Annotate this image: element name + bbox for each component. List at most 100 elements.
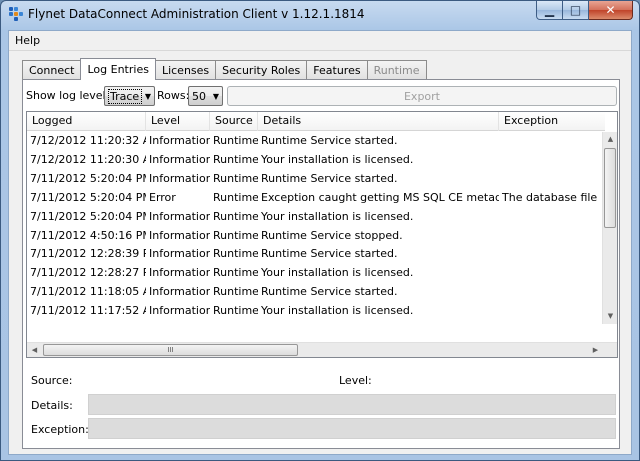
cell-level: Information — [149, 134, 210, 147]
window-controls: ▁ □ ✕ — [536, 1, 633, 21]
scroll-right-icon[interactable]: ▶ — [588, 343, 603, 357]
chevron-down-icon: ▼ — [144, 91, 152, 101]
level-label: Level: — [339, 374, 372, 387]
client-area: Help Connect Log Entries Licenses Securi… — [8, 30, 632, 455]
cell-logged: 7/12/2012 11:20:30 AM — [30, 152, 146, 166]
cell-details: Runtime Service started. — [261, 247, 398, 261]
cell-source: Runtime — [213, 209, 258, 223]
cell-details: Your installation is licensed. — [261, 266, 414, 280]
cell-source: Runtime — [210, 321, 258, 324]
log-toolbar: Show log level: Trace ▼ Rows: 50 ▼ Expor… — [26, 86, 618, 106]
menu-help[interactable]: Help — [15, 34, 40, 47]
vertical-scrollbar[interactable]: ▲ ▼ — [602, 132, 617, 324]
cell-exception — [499, 132, 605, 151]
details-label: Details: — [31, 399, 73, 412]
horizontal-scroll-thumb[interactable]: III — [43, 344, 298, 356]
table-row[interactable]: 7/11/2012 11:17:52 AMInformationRuntimeY… — [27, 302, 605, 321]
cell-logged: 7/11/2012 5:20:04 PM — [30, 209, 146, 223]
cell-exception: The database file — [502, 190, 598, 204]
details-field — [88, 394, 616, 415]
cell-logged: 7/11/2012 5:20:04 PM — [30, 190, 146, 204]
tab-strip: Connect Log Entries Licenses Security Ro… — [22, 58, 427, 80]
app-window: Flynet DataConnect Administration Client… — [0, 0, 640, 461]
cell-details: Runtime Service stopped. — [261, 228, 403, 242]
cell-logged: 7/12/2012 11:20:32 AM — [30, 134, 146, 147]
scroll-left-icon[interactable]: ◀ — [27, 343, 42, 357]
cell-level: Information — [149, 247, 210, 261]
tab-runtime[interactable]: Runtime — [366, 60, 427, 80]
tab-licenses[interactable]: Licenses — [154, 60, 217, 80]
cell-details: Runtime Service started. — [258, 321, 499, 324]
cell-logged: 7/10/2012 11:33:24 AM — [27, 321, 146, 324]
export-button[interactable]: Export — [227, 86, 617, 106]
scroll-down-icon[interactable]: ▼ — [603, 309, 617, 324]
cell-source: Runtime — [213, 304, 258, 318]
rows-select[interactable]: 50 ▼ — [188, 86, 223, 106]
exception-label: Exception: — [31, 423, 89, 436]
cell-details: Exception caught getting MS SQL CE metad… — [261, 190, 499, 204]
table-row[interactable]: 7/11/2012 5:20:04 PM Information Runtime Ru… — [27, 170, 605, 189]
cell-exception — [499, 151, 605, 170]
tab-connect[interactable]: Connect — [22, 60, 82, 80]
cell-level: Information — [149, 152, 210, 166]
column-header-exception[interactable]: Exception — [499, 112, 605, 131]
tab-security-roles[interactable]: Security Roles — [215, 60, 308, 80]
close-button[interactable]: ✕ — [589, 1, 633, 20]
log-level-value: Trace — [108, 88, 142, 104]
source-label: Source: — [31, 374, 73, 387]
table-row[interactable]: 7/11/2012 12:28:27 PMInformationRuntimeY… — [27, 264, 605, 283]
tab-features[interactable]: Features — [306, 60, 368, 80]
rows-value: 50 — [192, 89, 206, 103]
column-header-logged[interactable]: Logged — [27, 112, 146, 131]
cell-source: Runtime — [213, 152, 258, 166]
cell-exception — [499, 321, 605, 324]
cell-details: Runtime Service started. — [261, 171, 398, 185]
window-title: Flynet DataConnect Administration Client… — [28, 7, 365, 21]
cell-level: Error — [149, 190, 176, 204]
minimize-button[interactable]: ▁ — [536, 1, 563, 20]
column-header-level[interactable]: Level — [146, 112, 210, 131]
cell-level: Information — [149, 304, 210, 318]
cell-exception — [499, 227, 605, 246]
cell-logged: 7/11/2012 5:20:04 PM — [30, 171, 146, 185]
table-row[interactable]: 7/11/2012 5:20:04 PM Information Runtime Yo… — [27, 208, 605, 227]
tab-log-entries[interactable]: Log Entries — [80, 58, 156, 80]
log-grid: Logged Level Source Details Exception 7/… — [26, 111, 618, 358]
table-row[interactable]: 7/11/2012 5:20:04 PM Error Runtime Exceptio… — [27, 189, 605, 208]
chevron-down-icon: ▼ — [212, 91, 220, 101]
title-bar[interactable]: Flynet DataConnect Administration Client… — [1, 1, 639, 29]
cell-level: Information — [149, 209, 210, 223]
table-row[interactable]: 7/12/2012 11:20:30 AMInformationRuntimeY… — [27, 151, 605, 170]
cell-details: Runtime Service started. — [261, 285, 398, 299]
cell-logged: 7/11/2012 11:18:05 AM — [30, 285, 146, 299]
table-row[interactable]: 7/12/2012 11:20:32 AMInformationRuntimeR… — [27, 132, 605, 151]
horizontal-scrollbar[interactable]: ◀ III ▶ — [27, 342, 617, 357]
log-level-select[interactable]: Trace ▼ — [104, 86, 155, 106]
table-row[interactable]: 7/11/2012 12:28:39 PMInformationRuntimeR… — [27, 245, 605, 264]
cell-exception — [499, 283, 605, 302]
vertical-scroll-thumb[interactable] — [604, 148, 616, 228]
cell-details: Runtime Service started. — [261, 134, 398, 147]
cell-level: Information — [149, 171, 210, 185]
scroll-up-icon[interactable]: ▲ — [603, 132, 617, 147]
column-header-source[interactable]: Source — [210, 112, 258, 131]
cell-source: Runtime — [213, 190, 258, 204]
table-row[interactable]: 7/11/2012 4:50:16 PM Information Runtime Ru… — [27, 227, 605, 246]
grid-header: Logged Level Source Details Exception — [27, 112, 605, 131]
cell-level: Information — [146, 321, 210, 324]
column-header-details[interactable]: Details — [258, 112, 499, 131]
cell-source: Runtime — [213, 285, 258, 299]
exception-field — [88, 418, 616, 439]
log-entries-panel: Show log level: Trace ▼ Rows: 50 ▼ Expor… — [22, 79, 620, 449]
cell-source: Runtime — [213, 247, 258, 261]
cell-logged: 7/11/2012 12:28:27 PM — [30, 266, 146, 280]
cell-details: Your installation is licensed. — [261, 152, 414, 166]
maximize-button[interactable]: □ — [563, 1, 589, 20]
table-row[interactable]: 7/10/2012 11:33:24 AMInformationRuntimeR… — [27, 321, 605, 324]
cell-exception — [499, 302, 605, 321]
cell-level: Information — [149, 228, 210, 242]
cell-source: Runtime — [213, 171, 258, 185]
cell-exception — [499, 245, 605, 264]
cell-logged: 7/11/2012 4:50:16 PM — [30, 228, 146, 242]
table-row[interactable]: 7/11/2012 11:18:05 AMInformationRuntimeR… — [27, 283, 605, 302]
